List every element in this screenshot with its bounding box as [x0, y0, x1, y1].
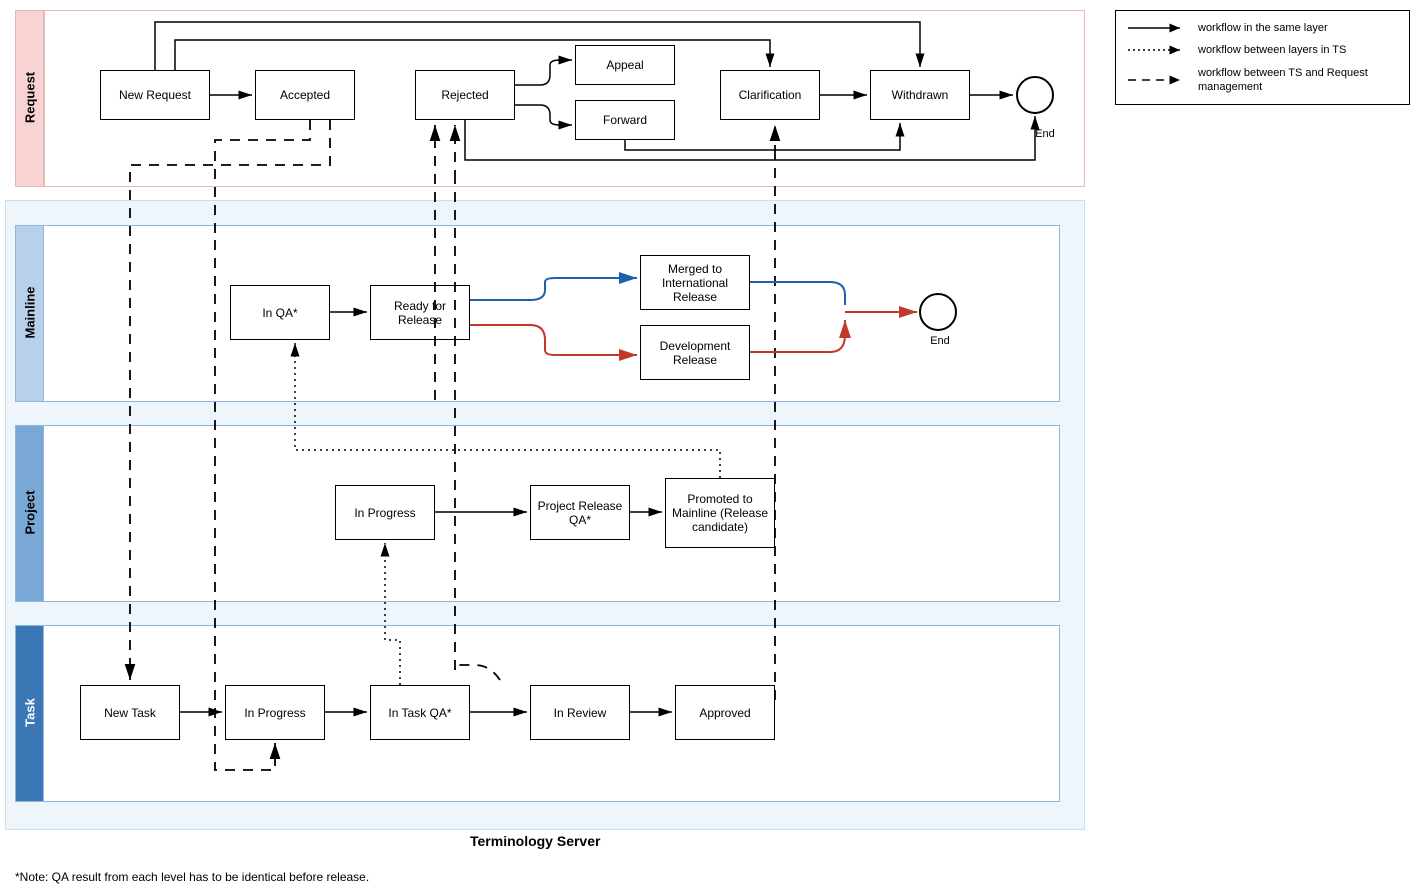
node-merged-intl: Merged to International Release: [640, 255, 750, 310]
node-approved: Approved: [675, 685, 775, 740]
node-rejected: Rejected: [415, 70, 515, 120]
node-accepted: Accepted: [255, 70, 355, 120]
end-label-mainline: End: [920, 335, 960, 347]
node-ready-release: Ready for Release: [370, 285, 470, 340]
node-proj-in-progress: In Progress: [335, 485, 435, 540]
end-label-request: End: [1025, 128, 1065, 140]
legend-arrow-dashed: [1128, 74, 1188, 86]
node-new-task: New Task: [80, 685, 180, 740]
legend-row-between-ts: workflow between layers in TS: [1128, 43, 1397, 57]
node-proj-release-qa: Project Release QA*: [530, 485, 630, 540]
footnote: *Note: QA result from each level has to …: [15, 870, 369, 884]
node-in-task-qa: In Task QA*: [370, 685, 470, 740]
node-appeal: Appeal: [575, 45, 675, 85]
node-new-request: New Request: [100, 70, 210, 120]
node-in-qa: In QA*: [230, 285, 330, 340]
node-clarification: Clarification: [720, 70, 820, 120]
legend-arrow-dotted: [1128, 44, 1188, 56]
node-dev-release: Development Release: [640, 325, 750, 380]
node-promoted: Promoted to Mainline (Release candidate): [665, 478, 775, 548]
node-withdrawn: Withdrawn: [870, 70, 970, 120]
mainline-lane-label: Mainline: [23, 273, 38, 353]
terminology-server-title: Terminology Server: [470, 833, 600, 849]
node-in-review: In Review: [530, 685, 630, 740]
workflow-diagram: Request Mainline Project Task Terminolog…: [0, 0, 1420, 894]
legend-text-between-ts: workflow between layers in TS: [1198, 43, 1346, 57]
node-forward: Forward: [575, 100, 675, 140]
legend-text-same: workflow in the same layer: [1198, 21, 1328, 35]
project-lane-label: Project: [23, 473, 38, 553]
node-task-in-progress: In Progress: [225, 685, 325, 740]
legend-text-between-tsreq: workflow between TS and Request manageme…: [1198, 66, 1397, 95]
legend-row-between-tsreq: workflow between TS and Request manageme…: [1128, 66, 1397, 95]
legend-box: workflow in the same layer workflow betw…: [1115, 10, 1410, 105]
mainline-lane-body: [43, 225, 1060, 402]
task-lane-label: Task: [23, 673, 38, 753]
legend-arrow-solid: [1128, 22, 1188, 34]
request-lane-label: Request: [23, 58, 38, 138]
legend-row-same: workflow in the same layer: [1128, 21, 1397, 35]
